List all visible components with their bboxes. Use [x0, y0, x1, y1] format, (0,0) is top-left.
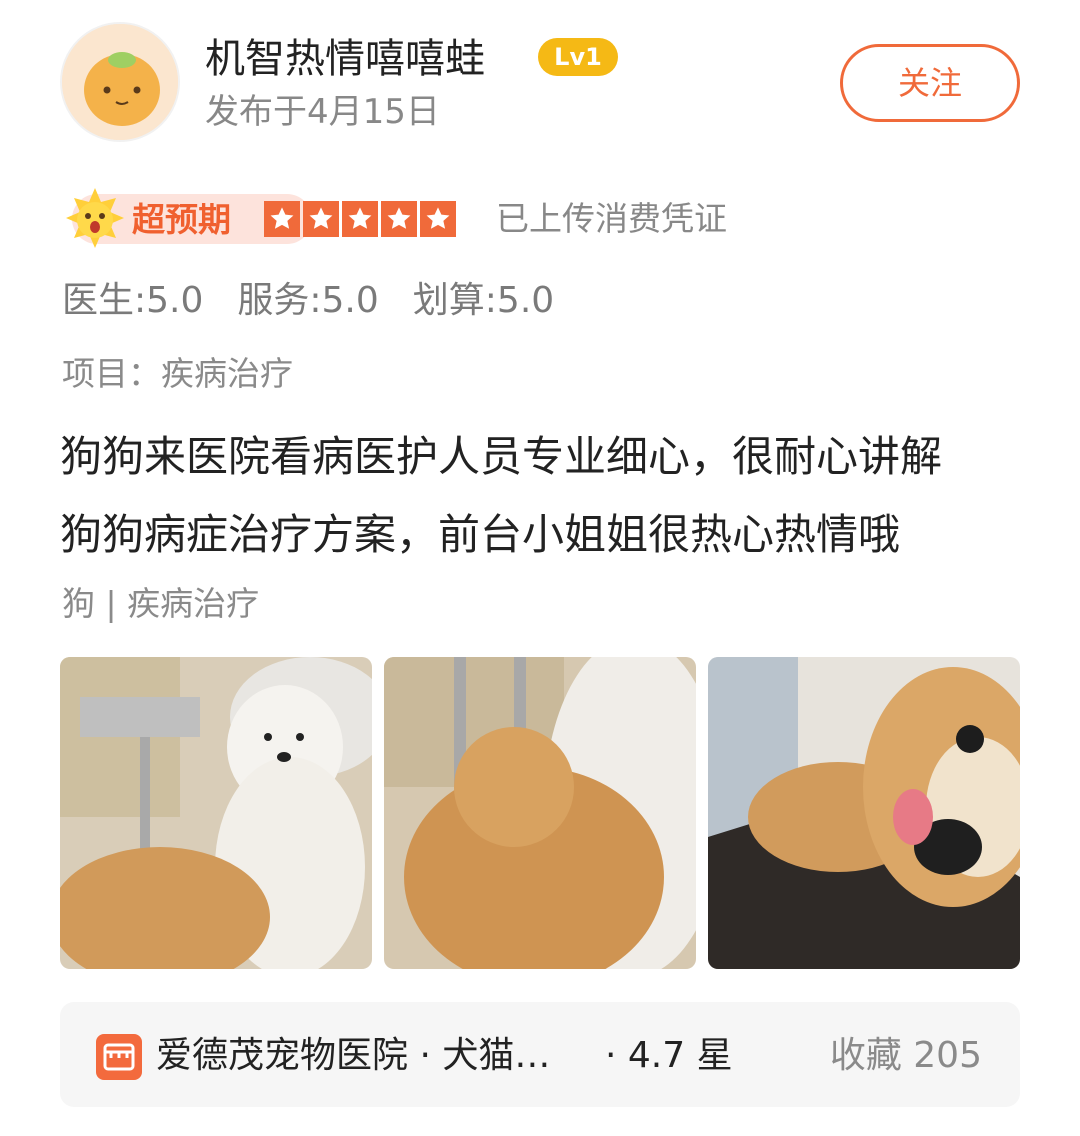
shop-favorites[interactable]: 收藏 205 [830, 1032, 982, 1080]
tags: 狗 | 疾病治疗 [62, 584, 260, 623]
expectation-label: 超预期 [132, 200, 231, 239]
value-score: 划算:5.0 [412, 280, 555, 321]
voucher-text: 已上传消费凭证 [496, 199, 727, 238]
shop-name: 爱德茂宠物医院 · 犬猫… [156, 1035, 551, 1076]
level-badge: Lv1 [538, 38, 618, 76]
post-date: 发布于4月15日 [205, 92, 440, 132]
shop-icon [96, 1034, 142, 1080]
avatar[interactable] [60, 22, 180, 142]
dog-photo-1[interactable] [60, 657, 372, 969]
project-label: 项目：疾病治疗 [62, 354, 293, 393]
star-icon [303, 201, 339, 237]
shop-card[interactable]: 爱德茂宠物医院 · 犬猫… · 4.7 星 收藏 205 [60, 1002, 1020, 1107]
sub-scores: 医生:5.0 服务:5.0 划算:5.0 [62, 278, 588, 324]
review-line: 狗狗病症治疗方案，前台小姐姐很热心热情哦 [60, 510, 901, 559]
service-score: 服务:5.0 [237, 280, 379, 321]
star-icon [264, 201, 300, 237]
follow-button[interactable]: 关注 [840, 44, 1020, 122]
star-icon [342, 201, 378, 237]
doctor-score: 医生:5.0 [62, 280, 204, 321]
star-icon [420, 201, 456, 237]
shocked-face-icon [66, 188, 124, 248]
username[interactable]: 机智热情嘻嘻蛙 [205, 34, 485, 84]
review-text[interactable]: 狗狗来医院看病医护人员专业细心，很耐心讲解 狗狗病症治疗方案，前台小姐姐很热心热… [60, 418, 1030, 574]
review-line: 狗狗来医院看病医护人员专业细心，很耐心讲解 [60, 432, 943, 481]
shop-rating: · 4.7 星 [605, 1035, 733, 1076]
star-icon [381, 201, 417, 237]
dog-photo-2[interactable] [384, 657, 696, 969]
review-card: 机智热情嘻嘻蛙 Lv1 发布于4月15日 关注 超预期 已上传消费凭证 医生:5… [0, 0, 1080, 1136]
dog-photo-3[interactable] [708, 657, 1020, 969]
star-rating [264, 201, 459, 237]
rating-row: 超预期 已上传消费凭证 [60, 184, 1020, 254]
frog-avatar-icon [62, 24, 178, 140]
